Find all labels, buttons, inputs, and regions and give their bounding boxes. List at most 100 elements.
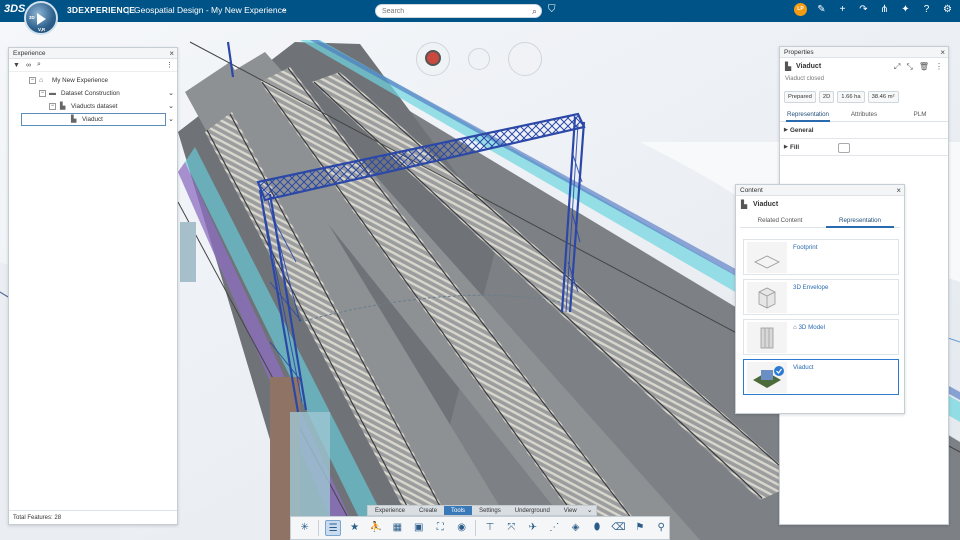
tab-create[interactable]: Create — [412, 506, 444, 515]
content-object-header: ▙ Viaduct — [736, 196, 904, 214]
content-tabs: Related Content Representation — [740, 214, 900, 228]
tab-plm[interactable]: PLM — [892, 108, 948, 121]
avatar[interactable]: LP — [794, 3, 807, 16]
card-footprint[interactable]: Footprint — [743, 239, 899, 275]
measure-distance-icon[interactable]: ⤧ — [504, 520, 519, 536]
dataset-icon: ▙ — [60, 103, 66, 110]
collapse-icon[interactable]: − — [49, 103, 56, 110]
experience-icon: ⌂ — [39, 77, 44, 84]
zoom-icon[interactable] — [468, 48, 490, 70]
compass-3d-label: 3D — [29, 15, 35, 20]
experience-panel: Experience × ▼ ∞ ⌕ ⋮ − ⌂ My New Experien… — [8, 47, 178, 525]
apps-icon[interactable]: ✦ — [899, 4, 912, 15]
search-input[interactable] — [382, 5, 527, 17]
chevron-down-icon[interactable]: ⌄ — [168, 100, 174, 113]
edit-icon[interactable]: ⤢ — [894, 62, 900, 72]
section-fill[interactable]: ▶ Fill — [780, 139, 948, 156]
tree-item-viaduct[interactable]: ▙ Viaduct ⌄ — [9, 113, 177, 126]
tab-view[interactable]: View — [557, 506, 584, 515]
section-label: Fill — [790, 144, 800, 151]
plane-icon[interactable]: ✈ — [525, 520, 540, 536]
eraser-icon[interactable]: ⌫ — [611, 520, 626, 536]
envelope-thumbnail — [747, 282, 787, 313]
chevron-down-icon[interactable]: ⌄ — [168, 113, 174, 126]
help-icon[interactable]: ? — [920, 4, 933, 15]
content-panel-header: Content × — [736, 185, 904, 196]
card-label: 3D Envelope — [793, 284, 829, 291]
tree-item-label: Dataset Construction — [61, 90, 120, 97]
network-icon[interactable]: ⋔ — [878, 4, 891, 15]
tab-related-content[interactable]: Related Content — [740, 214, 820, 227]
favorite-icon[interactable]: ★ — [347, 520, 362, 536]
chevron-down-icon[interactable]: ⌄ — [584, 506, 596, 515]
tab-attributes[interactable]: Attributes — [836, 108, 892, 121]
tree-item-my-new-experience[interactable]: − ⌂ My New Experience — [9, 74, 177, 87]
terrain-icon[interactable]: ⬮ — [589, 520, 604, 536]
compass-tool-icon[interactable]: ✳ — [297, 520, 312, 536]
delete-icon[interactable]: 🗑 — [919, 62, 929, 72]
top-right-tools: LP ✎ + ↷ ⋔ ✦ ? ⚙ — [794, 3, 954, 16]
experience-panel-title: Experience — [13, 50, 46, 57]
properties-tabs: Representation Attributes PLM — [780, 108, 948, 122]
tab-experience[interactable]: Experience — [368, 506, 412, 515]
tab-representation[interactable]: Representation — [820, 214, 900, 228]
object-status: Viaduct closed — [785, 76, 824, 82]
path-icon[interactable]: ⋰ — [546, 520, 561, 536]
tree-item-viaducts-dataset[interactable]: − ▙ Viaducts dataset ⌄ — [9, 100, 177, 113]
search-icon[interactable]: ⌕ — [37, 61, 41, 69]
tab-settings[interactable]: Settings — [472, 506, 508, 515]
pan-icon[interactable] — [508, 42, 542, 76]
chevron-down-icon[interactable]: ⌄ — [168, 87, 174, 100]
photo-icon[interactable]: ⛶ — [432, 520, 447, 536]
table-icon[interactable]: ▦ — [390, 520, 405, 536]
orientation-icon[interactable] — [425, 50, 441, 66]
footprint-thumbnail — [747, 242, 787, 273]
search-icon[interactable]: ⌕ — [532, 6, 537, 17]
action-bar: ✳ ☰ ★ ⛹ ▦ ▣ ⛶ ◉ ⊤ ⤧ ✈ ⋰ ◈ ⬮ ⌫ ⚑ ⚲ — [290, 516, 670, 540]
app-name: 3DEXPERIENCE — [67, 5, 136, 15]
card-3d-envelope[interactable]: 3D Envelope — [743, 279, 899, 315]
measure-height-icon[interactable]: ⊤ — [482, 520, 497, 536]
globe-icon[interactable]: ◉ — [454, 520, 469, 536]
card-label: Footprint — [793, 244, 818, 251]
fill-checkbox[interactable] — [838, 143, 850, 153]
pin-icon[interactable]: ⚲ — [654, 520, 669, 536]
more-icon[interactable]: ⋮ — [166, 61, 173, 69]
collaborate-icon[interactable]: ✎ — [815, 4, 828, 15]
card-label: Viaduct — [793, 364, 814, 371]
object-actions: ⤢ ⤡ 🗑 ⋮ — [894, 62, 943, 72]
chip-area-m2: 38.46 m² — [867, 91, 899, 103]
settings-icon[interactable]: ⚙ — [941, 4, 954, 15]
share-icon[interactable]: ↷ — [857, 4, 870, 15]
card-label: ⌂ 3D Model — [793, 324, 825, 331]
compass-vr-label: V,R — [38, 27, 46, 32]
compass-button[interactable]: 3D V,R — [24, 1, 58, 35]
search-bar[interactable]: ⌕ — [375, 4, 542, 18]
section-general[interactable]: ▶ General — [780, 122, 948, 139]
chevron-down-icon[interactable]: ⌄ — [281, 4, 288, 13]
person-icon[interactable]: ⛹ — [368, 520, 383, 536]
close-icon[interactable]: × — [169, 48, 174, 59]
collapse-icon[interactable]: − — [29, 77, 36, 84]
tab-tools[interactable]: Tools — [444, 506, 473, 515]
close-icon[interactable]: × — [896, 185, 901, 196]
link-icon[interactable]: ⤡ — [906, 62, 912, 72]
tab-underground[interactable]: Underground — [508, 506, 557, 515]
tree-tool-icon[interactable]: ☰ — [325, 520, 341, 536]
collapse-icon[interactable]: − — [39, 90, 46, 97]
close-icon[interactable]: × — [940, 47, 945, 58]
tag-icon[interactable]: ⛉ — [548, 4, 556, 15]
app-context-title[interactable]: Geospatial Design - My New Experience — [134, 5, 287, 15]
layer-icon[interactable]: ◈ — [568, 520, 583, 536]
more-icon[interactable]: ⋮ — [935, 62, 943, 72]
chip-dimension: 2D — [818, 91, 835, 103]
filter-icon[interactable]: ▼ — [13, 62, 20, 69]
card-3d-model[interactable]: ⌂ 3D Model — [743, 319, 899, 355]
tree-item-dataset-construction[interactable]: − ▬ Dataset Construction ⌄ — [9, 87, 177, 100]
tab-representation[interactable]: Representation — [780, 108, 836, 122]
binoculars-icon[interactable]: ∞ — [26, 62, 31, 69]
flag-icon[interactable]: ⚑ — [632, 520, 647, 536]
image-icon[interactable]: ▣ — [411, 520, 426, 536]
add-icon[interactable]: + — [836, 4, 849, 15]
card-viaduct[interactable]: Viaduct — [743, 359, 899, 395]
